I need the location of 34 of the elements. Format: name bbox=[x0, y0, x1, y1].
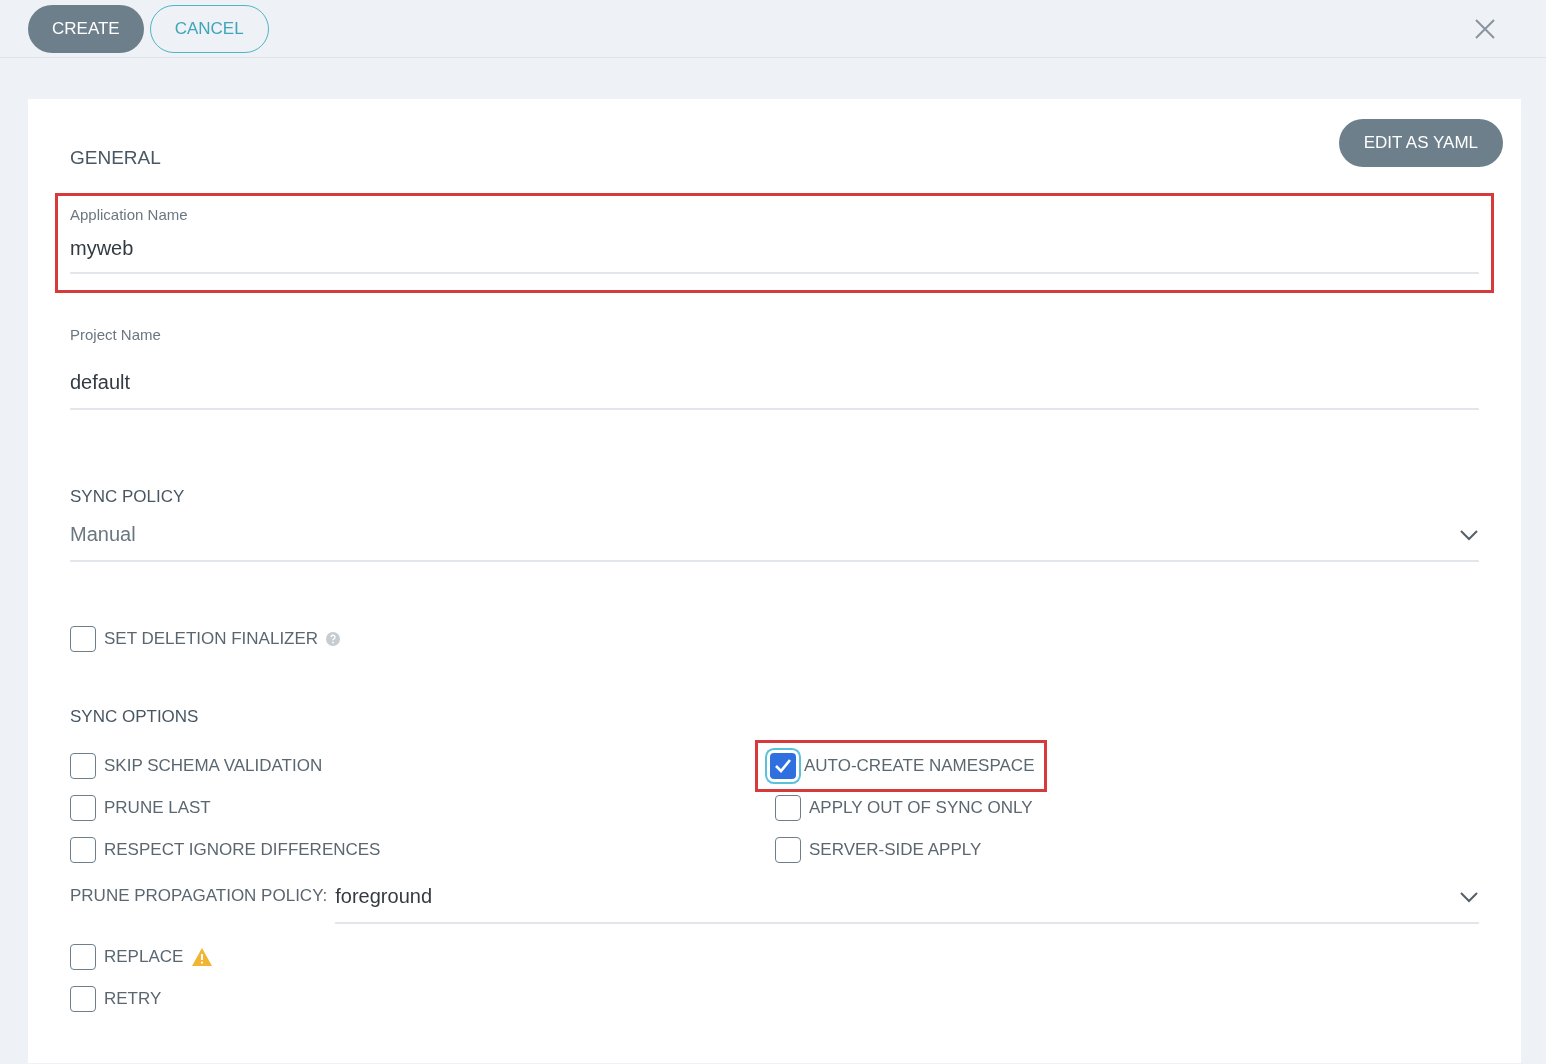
text-field[interactable]: default bbox=[70, 371, 1479, 394]
checkbox[interactable] bbox=[775, 837, 801, 863]
option-label: SKIP SCHEMA VALIDATION bbox=[104, 756, 323, 776]
option-label: SERVER-SIDE APPLY bbox=[809, 840, 982, 860]
chevron-down-icon[interactable] bbox=[1459, 528, 1479, 541]
option-label: RETRY bbox=[104, 989, 162, 1009]
checkbox[interactable] bbox=[70, 795, 96, 821]
prune-policy-select[interactable]: foreground bbox=[335, 881, 1479, 924]
field-label: Project Name bbox=[70, 326, 162, 343]
checkbox[interactable] bbox=[70, 753, 96, 779]
section-label: SYNC OPTIONS bbox=[70, 707, 200, 727]
checkbox[interactable] bbox=[70, 944, 96, 970]
create-button[interactable]: CREATE bbox=[28, 4, 144, 53]
field-label: Application Name bbox=[70, 206, 189, 223]
checkbox[interactable] bbox=[70, 626, 96, 652]
section-label: SYNC POLICY bbox=[70, 487, 186, 507]
chevron-down-icon[interactable] bbox=[1459, 890, 1479, 903]
option-label: PRUNE LAST bbox=[104, 798, 211, 818]
check-icon bbox=[774, 758, 792, 774]
close-icon[interactable] bbox=[1474, 17, 1496, 40]
option-label: SET DELETION FINALIZER bbox=[104, 629, 319, 649]
option-label: RESPECT IGNORE DIFFERENCES bbox=[104, 840, 381, 860]
checkbox[interactable] bbox=[775, 795, 801, 821]
text-field[interactable]: myweb bbox=[70, 237, 1479, 260]
section-title: GENERAL bbox=[70, 147, 161, 169]
checkbox[interactable] bbox=[70, 986, 96, 1012]
checkbox[interactable] bbox=[70, 837, 96, 863]
option-label: APPLY OUT OF SYNC ONLY bbox=[809, 798, 1033, 818]
sync-policy-select[interactable]: Manual bbox=[70, 507, 1479, 562]
field-label: PRUNE PROPAGATION POLICY: bbox=[70, 886, 328, 907]
help-icon bbox=[326, 632, 341, 646]
edit-yaml-button[interactable]: EDIT AS YAML bbox=[1338, 119, 1503, 167]
option-label: AUTO-CREATE NAMESPACE bbox=[804, 756, 1035, 776]
option-label: REPLACE bbox=[104, 947, 184, 967]
